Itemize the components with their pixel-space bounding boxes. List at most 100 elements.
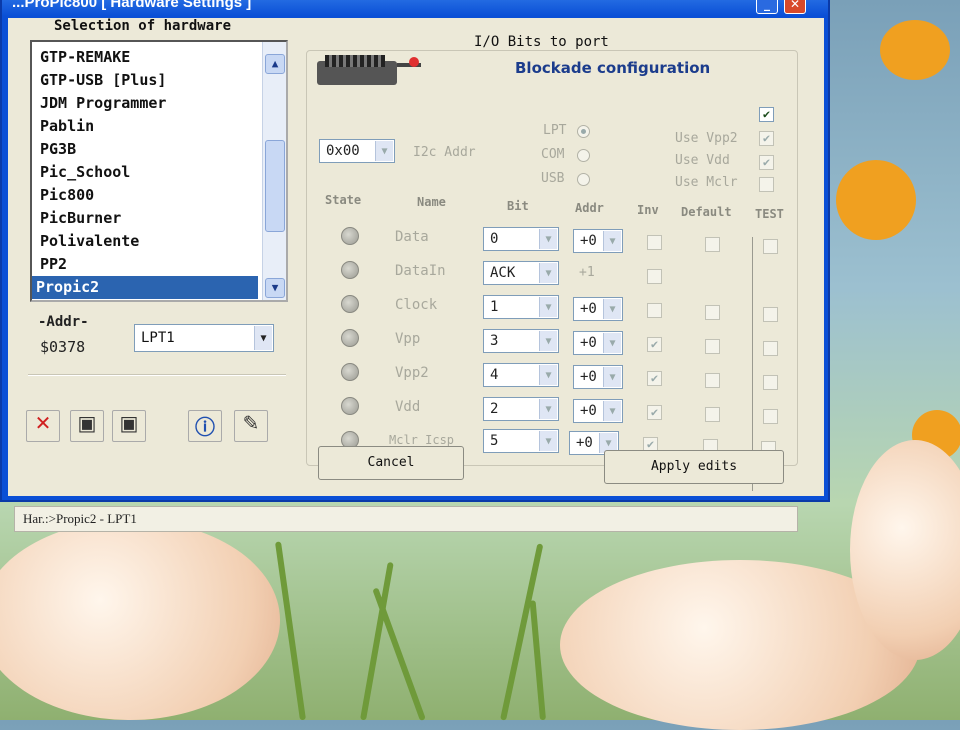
- blockade-checkbox[interactable]: ✔: [759, 107, 774, 122]
- hardware-settings-window: ...ProPic800 [ Hardware Settings ] _ ✕ S…: [0, 0, 830, 502]
- bit-select[interactable]: 0 ▼: [483, 227, 559, 251]
- inv-checkbox[interactable]: ✔: [647, 371, 662, 386]
- apply-edits-button[interactable]: Apply edits: [604, 450, 784, 484]
- test-checkbox[interactable]: [763, 239, 778, 254]
- chevron-down-icon[interactable]: ▼: [539, 331, 557, 351]
- list-item[interactable]: Polivalente: [36, 230, 258, 253]
- chevron-down-icon[interactable]: ▼: [603, 401, 621, 421]
- list-scrollbar[interactable]: ▲ ▼: [262, 42, 286, 300]
- chevron-down-icon[interactable]: ▼: [539, 297, 557, 317]
- use-vdd-checkbox[interactable]: ✔: [759, 155, 774, 170]
- i2c-addr-value: 0x00: [326, 143, 360, 159]
- addr-select[interactable]: +0 ▼: [573, 229, 623, 253]
- inv-checkbox[interactable]: [647, 269, 662, 284]
- list-item-selected[interactable]: Propic2: [32, 276, 258, 299]
- i2c-addr-select[interactable]: 0x00 ▼: [319, 139, 395, 163]
- chevron-down-icon[interactable]: ▼: [603, 299, 621, 319]
- scroll-down-icon[interactable]: ▼: [265, 278, 285, 298]
- inv-checkbox[interactable]: [647, 235, 662, 250]
- list-item[interactable]: PicBurner: [36, 207, 258, 230]
- scroll-thumb[interactable]: [265, 140, 285, 232]
- bit-select[interactable]: 2 ▼: [483, 397, 559, 421]
- use-vpp2-checkbox[interactable]: ✔: [759, 131, 774, 146]
- addr-value: +0: [576, 435, 593, 451]
- chevron-down-icon[interactable]: ▼: [603, 231, 621, 251]
- header-name: Name: [417, 195, 446, 209]
- chevron-down-icon[interactable]: ▼: [603, 333, 621, 353]
- test-checkbox[interactable]: [763, 409, 778, 424]
- default-checkbox[interactable]: [705, 339, 720, 354]
- bit-select[interactable]: 4 ▼: [483, 363, 559, 387]
- default-checkbox[interactable]: [705, 237, 720, 252]
- addr-value: +0: [580, 233, 597, 249]
- scroll-up-icon[interactable]: ▲: [265, 54, 285, 74]
- chevron-down-icon[interactable]: ▼: [539, 431, 557, 451]
- chevron-down-icon[interactable]: ▼: [539, 399, 557, 419]
- list-item[interactable]: Pablin: [36, 115, 258, 138]
- use-mclr-checkbox[interactable]: [759, 177, 774, 192]
- row-name: Vpp2: [395, 365, 429, 381]
- header-default: Default: [681, 205, 732, 219]
- inv-checkbox[interactable]: ✔: [647, 405, 662, 420]
- default-checkbox[interactable]: [705, 305, 720, 320]
- port-com-radio[interactable]: [577, 149, 590, 162]
- list-item[interactable]: JDM Programmer: [36, 92, 258, 115]
- save-icon[interactable]: ▣: [112, 410, 146, 442]
- header-addr: Addr: [575, 201, 604, 215]
- addr-value: +0: [580, 369, 597, 385]
- chevron-down-icon[interactable]: ▼: [539, 263, 557, 283]
- chevron-down-icon[interactable]: ▼: [539, 365, 557, 385]
- close-icon[interactable]: ✕: [784, 0, 806, 14]
- header-inv: Inv: [637, 203, 659, 217]
- io-bits-title: I/O Bits to port: [474, 34, 609, 50]
- test-checkbox[interactable]: [763, 307, 778, 322]
- list-item[interactable]: PG3B: [36, 138, 258, 161]
- io-panel: Blockade configuration ✔ 0x00 ▼ I2c Addr…: [306, 50, 798, 491]
- header-test: TEST: [755, 207, 784, 221]
- bit-select[interactable]: 5 ▼: [483, 429, 559, 453]
- info-icon[interactable]: ⓘ: [188, 410, 222, 442]
- cancel-button[interactable]: Cancel: [318, 446, 464, 480]
- chevron-down-icon[interactable]: ▼: [254, 326, 272, 350]
- chevron-down-icon[interactable]: ▼: [539, 229, 557, 249]
- port-lpt-radio[interactable]: [577, 125, 590, 138]
- list-item[interactable]: PP2: [36, 253, 258, 276]
- default-checkbox[interactable]: [705, 373, 720, 388]
- test-checkbox[interactable]: [763, 375, 778, 390]
- test-checkbox[interactable]: [763, 341, 778, 356]
- save-as-icon[interactable]: ▣: [70, 410, 104, 442]
- check-doc-icon[interactable]: ✎: [234, 410, 268, 442]
- state-led: [341, 363, 359, 381]
- port-usb-radio[interactable]: [577, 173, 590, 186]
- list-item[interactable]: Pic_School: [36, 161, 258, 184]
- chevron-down-icon[interactable]: ▼: [375, 141, 393, 161]
- row-name: Mclr Icsp: [389, 433, 455, 447]
- addr-select[interactable]: +0 ▼: [573, 399, 623, 423]
- delete-icon[interactable]: ✕: [26, 410, 60, 442]
- blockade-config-title: Blockade configuration: [515, 59, 711, 77]
- addr-select[interactable]: +0 ▼: [573, 331, 623, 355]
- window-titlebar[interactable]: ...ProPic800 [ Hardware Settings ] _ ✕: [2, 0, 828, 16]
- hardware-list[interactable]: GTP-REMAKE GTP-USB [Plus] JDM Programmer…: [30, 40, 288, 302]
- addr-select[interactable]: +0 ▼: [573, 297, 623, 321]
- addr-select[interactable]: +0 ▼: [573, 365, 623, 389]
- port-com-label: COM: [541, 147, 565, 162]
- addr-value: +0: [580, 335, 597, 351]
- port-lpt-label: LPT: [543, 123, 567, 138]
- bit-select[interactable]: 3 ▼: [483, 329, 559, 353]
- bit-select[interactable]: ACK ▼: [483, 261, 559, 285]
- chevron-down-icon[interactable]: ▼: [603, 367, 621, 387]
- default-checkbox[interactable]: [705, 407, 720, 422]
- addr-label: -Addr-: [38, 314, 89, 330]
- list-item[interactable]: Pic800: [36, 184, 258, 207]
- minimize-icon[interactable]: _: [756, 0, 778, 14]
- row-name: Vdd: [395, 399, 421, 415]
- inv-checkbox[interactable]: [647, 303, 662, 318]
- inv-checkbox[interactable]: ✔: [647, 337, 662, 352]
- state-led: [341, 397, 359, 415]
- list-item[interactable]: GTP-USB [Plus]: [36, 69, 258, 92]
- port-select[interactable]: LPT1 ▼: [134, 324, 274, 352]
- bit-select[interactable]: 1 ▼: [483, 295, 559, 319]
- divider: [28, 374, 286, 376]
- list-item[interactable]: GTP-REMAKE: [36, 46, 258, 69]
